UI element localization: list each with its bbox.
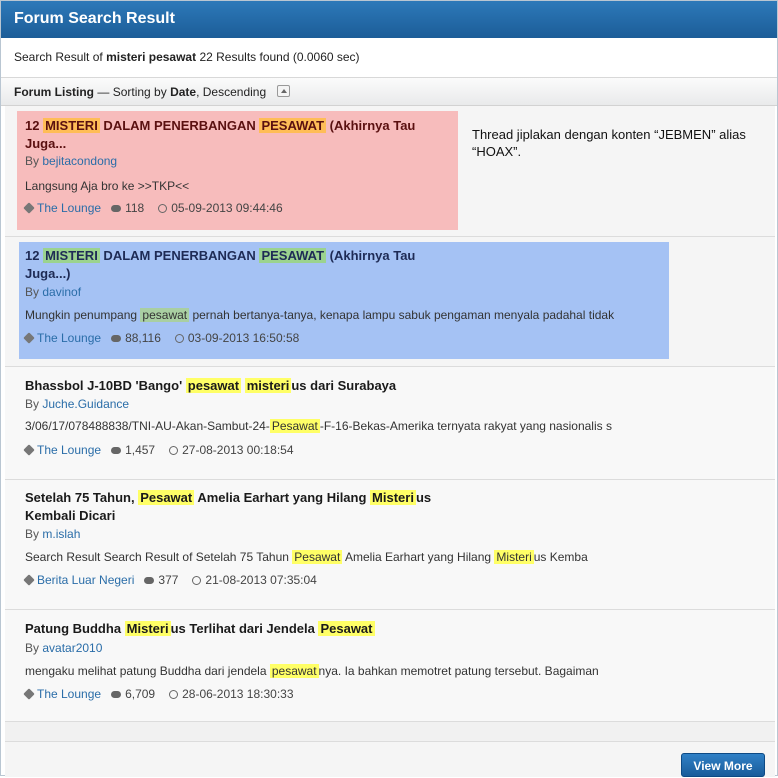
author-link[interactable]: bejitacondong — [42, 154, 117, 168]
panel-header: Forum Search Result — [1, 1, 777, 38]
author-link[interactable]: Juche.Guidance — [42, 397, 129, 411]
comment-icon — [144, 577, 155, 584]
results-count: 22 Results found (0.0060 sec) — [199, 50, 360, 64]
result-meta: The Lounge 118 05-09-2013 09:44:46 — [23, 201, 287, 215]
result-row: 12 MISTERI DALAM PENERBANGAN PESAWAT (Ak… — [5, 237, 775, 367]
category-link[interactable]: The Lounge — [37, 331, 101, 345]
post-date: 21-08-2013 07:35:04 — [205, 573, 317, 587]
tag-icon — [23, 688, 35, 700]
result-row: Patung Buddha Misteri us Terlihat dari Je… — [5, 610, 775, 722]
sorting-text: Sorting by — [112, 85, 167, 99]
reply-count: 1,457 — [125, 443, 156, 457]
annotation-note: Thread jiplakan dengan konten “JEBMEN” a… — [472, 127, 746, 159]
sort-toggle-icon[interactable] — [277, 85, 291, 97]
post-date: 03-09-2013 16:50:58 — [187, 331, 300, 345]
author-link[interactable]: avatar2010 — [42, 641, 102, 655]
category-link[interactable]: The Lounge — [37, 443, 101, 457]
result-author-line: By davinof — [25, 285, 82, 299]
sort-order: Descending — [202, 85, 267, 99]
reply-count: 377 — [158, 573, 179, 587]
search-summary: Search Result of misteri pesawat 22 Resu… — [1, 38, 777, 78]
forum-listing-bar: Forum Listing — Sorting by Date, Descend… — [1, 78, 777, 106]
tag-icon — [23, 444, 35, 456]
result-snippet: Mungkin penumpang pesawat pernah bertany… — [25, 308, 615, 322]
comment-icon — [111, 335, 122, 342]
clock-icon — [169, 690, 179, 699]
results-list: 12 MISTERI DALAM PENERBANGAN PESAWAT (Ak… — [5, 106, 775, 777]
tag-icon — [23, 574, 35, 586]
search-result-panel: Forum Search Result Search Result of mis… — [0, 0, 778, 777]
post-date: 27-08-2013 00:18:54 — [182, 443, 294, 457]
result-author-line: By bejitacondong — [25, 154, 118, 168]
post-date: 05-09-2013 09:44:46 — [171, 201, 283, 215]
result-meta: The Lounge 1,457 27-08-2013 00:18:54 — [23, 443, 298, 457]
comment-icon — [111, 447, 122, 454]
result-title[interactable]: Patung Buddha Misteri us Terlihat dari Je… — [25, 620, 725, 638]
result-meta: The Lounge 6,709 28-06-2013 18:30:33 — [23, 687, 298, 701]
clock-icon — [174, 334, 184, 343]
clock-icon — [192, 576, 202, 585]
category-link[interactable]: The Lounge — [37, 687, 101, 701]
comment-icon — [111, 205, 122, 212]
result-row: 12 MISTERI DALAM PENERBANGAN PESAWAT (Ak… — [5, 106, 775, 237]
clock-icon — [169, 446, 179, 455]
result-row: Bhassbol J-10BD 'Bango' pesawat misteri u… — [5, 367, 775, 480]
result-title[interactable]: Setelah 75 Tahun, Pesawat Amelia Earhart… — [25, 489, 485, 525]
category-link[interactable]: The Lounge — [37, 201, 101, 215]
result-meta: Berita Luar Negeri 377 21-08-2013 07:35:04 — [23, 573, 321, 587]
result-snippet: 3/06/17/078488838/TNI-AU-Akan-Sambut-24-… — [25, 419, 612, 433]
sort-field: Date — [170, 85, 197, 99]
view-more-button[interactable]: View More — [681, 753, 765, 777]
result-author-line: By m.islah — [25, 527, 81, 541]
comment-icon — [111, 691, 122, 698]
summary-prefix: Search Result of — [14, 50, 103, 64]
author-link[interactable]: davinof — [42, 285, 81, 299]
result-meta: The Lounge 88,116 03-09-2013 16:50:58 — [23, 331, 303, 345]
result-title[interactable]: Bhassbol J-10BD 'Bango' pesawat misteri u… — [25, 377, 725, 395]
result-snippet: Langsung Aja bro ke >>TKP<< — [25, 179, 190, 193]
result-author-line: By avatar2010 — [25, 641, 103, 655]
result-title[interactable]: 12 MISTERI DALAM PENERBANGAN PESAWAT (Ak… — [25, 247, 455, 283]
result-snippet: mengaku melihat patung Buddha dari jende… — [25, 664, 599, 678]
reply-count: 88,116 — [125, 331, 161, 345]
listing-dash: — — [97, 85, 110, 99]
reply-count: 118 — [125, 201, 145, 215]
tag-icon — [23, 332, 35, 344]
page-title: Forum Search Result — [14, 10, 175, 27]
result-author-line: By Juche.Guidance — [25, 397, 130, 411]
result-title[interactable]: 12 MISTERI DALAM PENERBANGAN PESAWAT (Ak… — [25, 117, 455, 153]
author-link[interactable]: m.islah — [42, 527, 80, 541]
clock-icon — [158, 204, 168, 213]
listing-label: Forum Listing — [14, 85, 94, 99]
category-link[interactable]: Berita Luar Negeri — [37, 573, 134, 587]
post-date: 28-06-2013 18:30:33 — [182, 687, 294, 701]
reply-count: 6,709 — [125, 687, 156, 701]
result-row: Setelah 75 Tahun, Pesawat Amelia Earhart… — [5, 480, 775, 610]
result-snippet: Search Result Search Result of Setelah 7… — [25, 550, 588, 564]
search-query: misteri pesawat — [106, 50, 197, 64]
tag-icon — [23, 202, 35, 214]
results-divider — [5, 722, 775, 742]
